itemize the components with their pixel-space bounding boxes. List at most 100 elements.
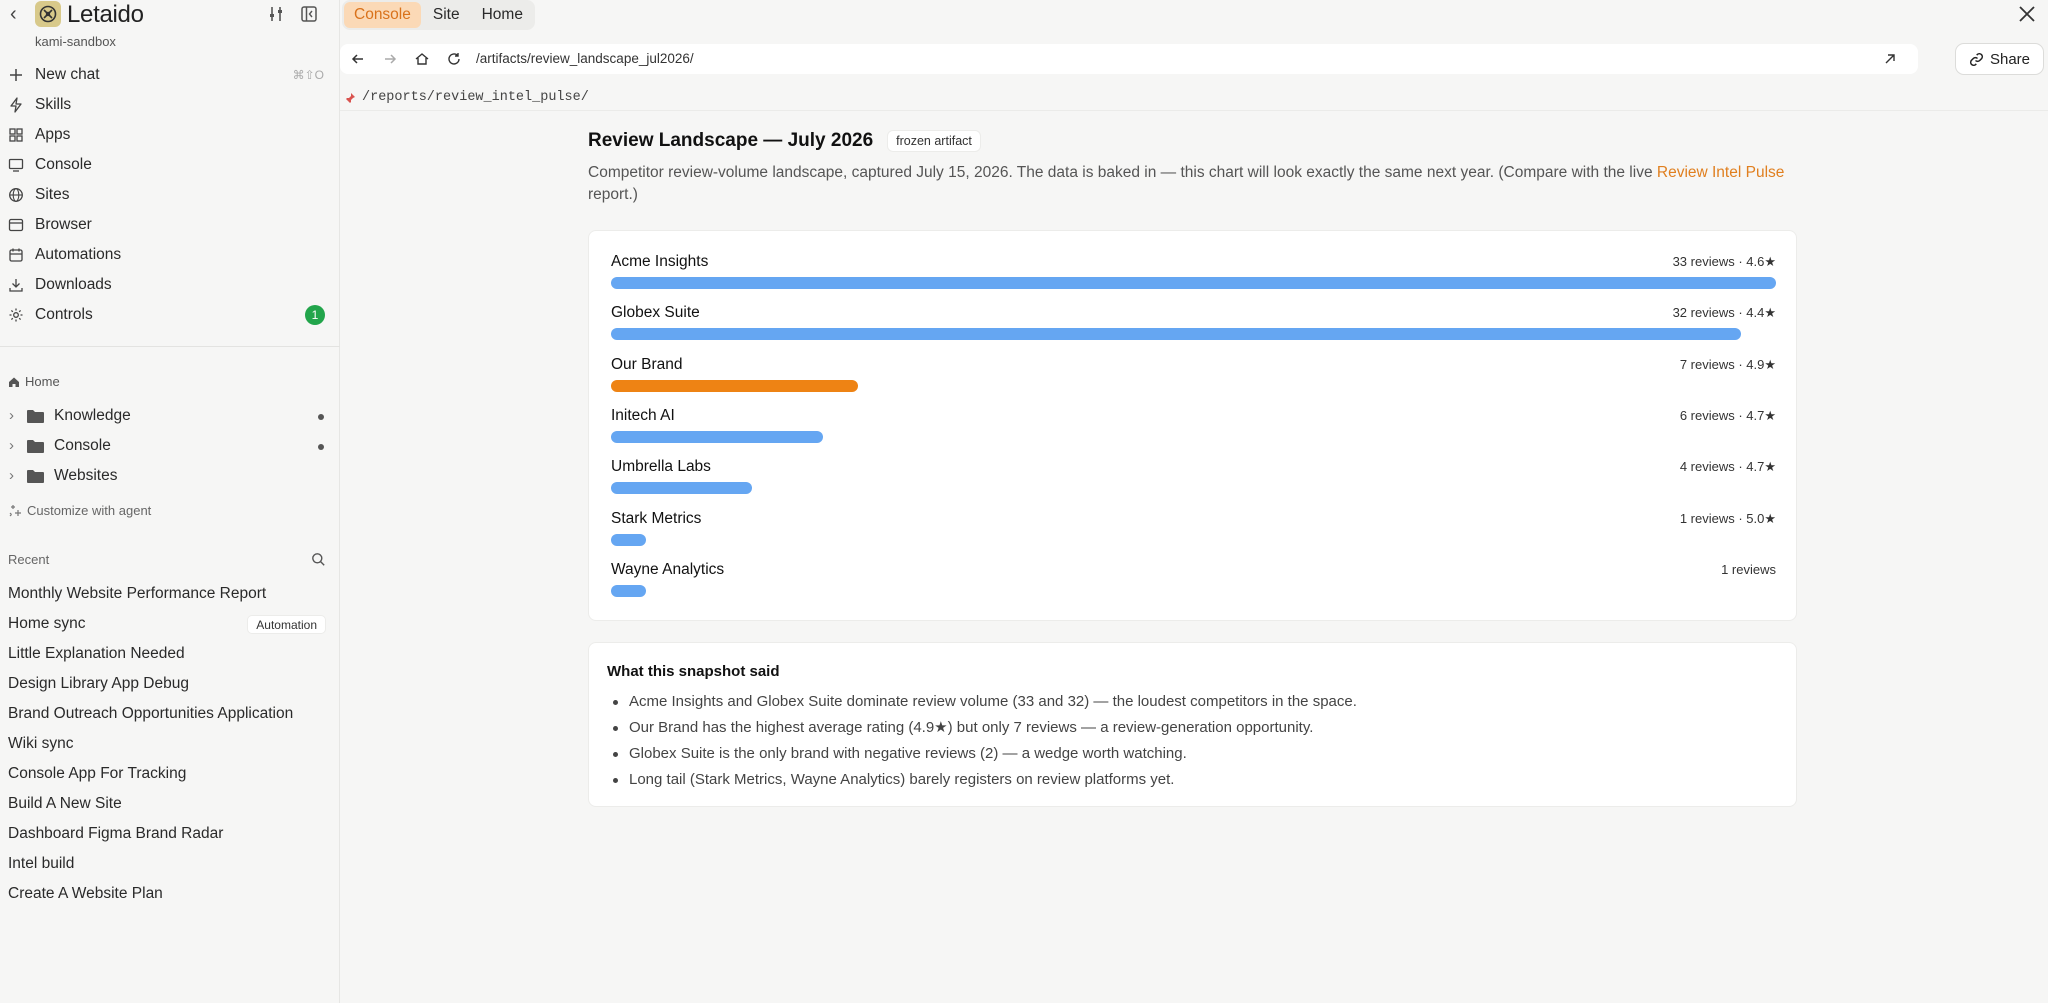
notification-badge: 1	[305, 305, 325, 325]
calendar-icon	[9, 248, 23, 262]
bar-label: Globex Suite	[611, 304, 700, 322]
file-tree: › Knowledge › Console › Websites	[0, 401, 340, 491]
note-item: Our Brand has the highest average rating…	[607, 717, 1357, 743]
home-section-label[interactable]: Home	[8, 374, 60, 389]
bar-value-label: 1 reviews	[1721, 561, 1776, 577]
home-label-text: Home	[25, 374, 60, 389]
bar-row: Initech AI 6 reviews · 4.7★	[611, 407, 1776, 447]
page-description: Competitor review-volume landscape, capt…	[588, 162, 1793, 206]
bar	[611, 584, 647, 597]
bar-row: Globex Suite 32 reviews · 4.4★	[611, 304, 1776, 344]
tree-item-console[interactable]: › Console	[0, 431, 340, 461]
list-item[interactable]: Design Library App Debug	[0, 669, 340, 699]
tree-item-websites[interactable]: › Websites	[0, 461, 340, 491]
nav-item-browser[interactable]: Browser	[0, 210, 340, 240]
nav-item-label: Apps	[35, 126, 71, 143]
close-icon[interactable]	[2016, 3, 2038, 25]
note-item: Long tail (Stark Metrics, Wayne Analytic…	[607, 769, 1357, 795]
nav-item-controls[interactable]: Controls 1	[0, 300, 340, 330]
recent-item-label: Create A Website Plan	[8, 885, 163, 902]
bar-label: Initech AI	[611, 406, 675, 424]
snapshot-notes-card: What this snapshot said Acme Insights an…	[588, 642, 1797, 807]
bar	[611, 430, 823, 443]
recent-item-label: Build A New Site	[8, 795, 122, 812]
unsaved-dot	[318, 444, 324, 450]
recent-heading-text: Recent	[8, 552, 50, 567]
recent-item-label: Home sync	[8, 615, 86, 632]
tab-site[interactable]: Site	[423, 2, 470, 28]
nav-item-label: Automations	[35, 246, 122, 263]
search-icon[interactable]	[311, 552, 326, 567]
pinned-path[interactable]: /reports/review_intel_pulse/	[344, 90, 589, 105]
notes-list: Acme Insights and Globex Suite dominate …	[607, 691, 1357, 795]
nav-item-console[interactable]: Console	[0, 150, 340, 180]
recent-item-label: Intel build	[8, 855, 75, 872]
bar-row: Wayne Analytics 1 reviews	[611, 561, 1776, 601]
list-item[interactable]: Little Explanation Needed	[0, 639, 340, 669]
bar-row: Our Brand 7 reviews · 4.9★	[611, 356, 1776, 396]
tree-item-knowledge[interactable]: › Knowledge	[0, 401, 340, 431]
tune-icon[interactable]	[267, 5, 285, 23]
pin-icon	[345, 92, 355, 104]
nav-item-label: Sites	[35, 186, 70, 203]
description-text: Competitor review-volume landscape, capt…	[588, 164, 1657, 181]
view-tabs: Console Site Home	[342, 0, 535, 30]
pinned-path-text: /reports/review_intel_pulse/	[362, 90, 589, 105]
plus-icon	[10, 69, 22, 81]
list-item[interactable]: Brand Outreach Opportunities Application	[0, 699, 340, 729]
list-item[interactable]: Home sync Automation	[0, 609, 340, 639]
arrow-left-icon[interactable]	[350, 51, 366, 67]
link-icon	[1969, 52, 1983, 66]
bar-label: Umbrella Labs	[611, 458, 711, 476]
tree-item-label: Console	[54, 437, 111, 454]
address-bar: /artifacts/review_landscape_jul2026/	[340, 44, 1918, 74]
nav-item-sites[interactable]: Sites	[0, 180, 340, 210]
home-icon[interactable]	[414, 51, 430, 67]
chevron-right-icon[interactable]: ›	[9, 437, 14, 454]
list-item[interactable]: Build A New Site	[0, 789, 340, 819]
nav-item-label: Downloads	[35, 276, 112, 293]
arrow-right-icon[interactable]	[382, 51, 398, 67]
review-intel-pulse-link[interactable]: Review Intel Pulse	[1657, 164, 1785, 181]
reload-icon[interactable]	[446, 51, 462, 67]
brand-row: ‹ Letaido	[0, 0, 340, 30]
bar	[611, 328, 1741, 341]
list-item[interactable]: Create A Website Plan	[0, 879, 340, 909]
note-item: Acme Insights and Globex Suite dominate …	[607, 691, 1357, 717]
nav-item-label: Skills	[35, 96, 72, 113]
unsaved-dot	[318, 414, 324, 420]
share-label: Share	[1989, 50, 2031, 68]
share-button[interactable]: Share	[1955, 43, 2044, 75]
grid-icon	[9, 128, 23, 142]
open-external-icon[interactable]	[1882, 51, 1898, 67]
back-chevron-icon[interactable]: ‹	[10, 4, 17, 24]
list-item[interactable]: Intel build	[0, 849, 340, 879]
workspace-name[interactable]: kami-sandbox	[35, 34, 116, 49]
download-icon	[9, 279, 23, 292]
tab-home[interactable]: Home	[472, 2, 533, 28]
bar-value-label: 4 reviews · 4.7★	[1679, 459, 1776, 475]
recent-item-label: Design Library App Debug	[8, 675, 189, 692]
recent-item-label: Console App For Tracking	[8, 765, 187, 782]
nav-item-automations[interactable]: Automations	[0, 240, 340, 270]
list-item[interactable]: Console App For Tracking	[0, 759, 340, 789]
nav-item-new-chat[interactable]: New chat ⌘⇧O	[0, 60, 340, 90]
nav-item-apps[interactable]: Apps	[0, 120, 340, 150]
tab-console[interactable]: Console	[344, 2, 421, 28]
nav-item-skills[interactable]: Skills	[0, 90, 340, 120]
sidebar-collapse-icon[interactable]	[300, 5, 318, 23]
url-text[interactable]: /artifacts/review_landscape_jul2026/	[476, 51, 694, 66]
chevron-right-icon[interactable]: ›	[9, 407, 14, 424]
recent-heading: Recent	[8, 552, 326, 567]
list-item[interactable]: Dashboard Figma Brand Radar	[0, 819, 340, 849]
bar-value-label: 33 reviews · 4.6★	[1672, 254, 1776, 269]
nav-item-downloads[interactable]: Downloads	[0, 270, 340, 300]
sidebar: ‹ Letaido kami-sandbox New chat ⌘⇧O Skil…	[0, 0, 340, 1003]
list-item[interactable]: Wiki sync	[0, 729, 340, 759]
customize-with-agent-link[interactable]: Customize with agent	[8, 503, 151, 518]
chevron-right-icon[interactable]: ›	[9, 467, 14, 484]
customize-label: Customize with agent	[27, 503, 152, 518]
bar-label: Wayne Analytics	[611, 560, 725, 578]
home-icon	[9, 377, 19, 387]
list-item[interactable]: Monthly Website Performance Report	[0, 579, 340, 609]
